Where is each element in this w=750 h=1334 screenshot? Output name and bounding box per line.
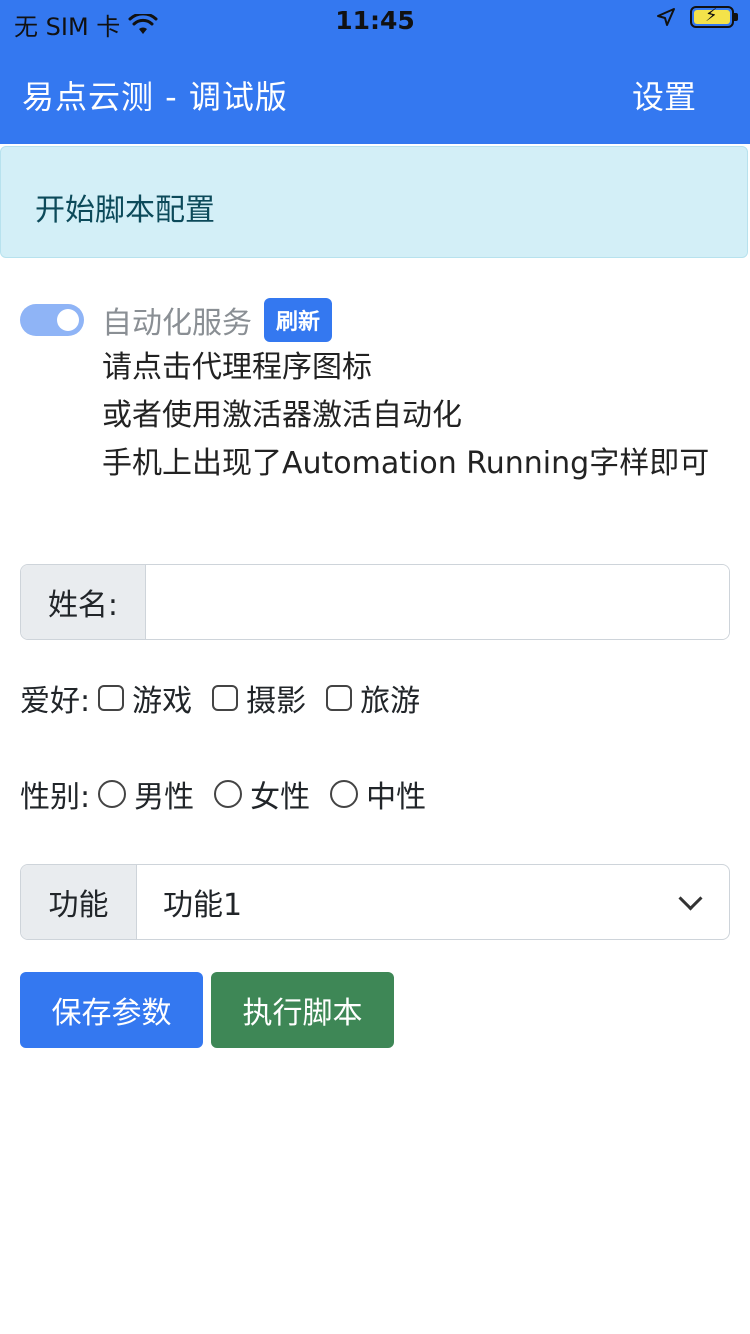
gender-option-female[interactable]: 女性 <box>206 772 310 816</box>
automation-service-row: 自动化服务 刷新 <box>20 298 333 342</box>
settings-button[interactable]: 设置 <box>632 72 696 118</box>
name-input[interactable] <box>146 565 729 639</box>
gender-option-neutral[interactable]: 中性 <box>322 772 426 816</box>
location-arrow-icon <box>657 8 675 26</box>
refresh-badge-button[interactable]: 刷新 <box>264 298 333 342</box>
automation-label: 自动化服务 <box>102 306 252 341</box>
hint-line: 请点击代理程序图标 <box>102 350 372 385</box>
function-select[interactable]: 功能1 <box>137 865 729 939</box>
charging-bolt-icon: ⚡ <box>705 5 718 26</box>
status-time: 11:45 <box>335 6 415 35</box>
radio[interactable] <box>214 780 243 808</box>
gender-option-label: 男性 <box>134 780 195 815</box>
status-right: ⚡ <box>656 5 738 28</box>
hobby-option-label: 摄影 <box>246 684 307 719</box>
checkbox[interactable] <box>212 685 239 711</box>
radio[interactable] <box>98 780 127 808</box>
status-bar: 无 SIM 卡 11:45 ⚡ <box>0 0 750 41</box>
toggle-knob <box>57 309 79 331</box>
gender-option-male[interactable]: 男性 <box>90 772 194 816</box>
hobby-row: 爱好: 游戏 摄影 旅游 <box>20 676 432 720</box>
gender-row: 性别: 男性 女性 中性 <box>20 772 438 816</box>
name-label: 姓名: <box>21 565 146 639</box>
gender-option-label: 中性 <box>366 780 427 815</box>
name-input-group: 姓名: <box>20 564 730 640</box>
navbar: 易点云测 - 调试版 设置 <box>0 40 750 144</box>
run-script-button[interactable]: 执行脚本 <box>211 972 394 1048</box>
save-params-button[interactable]: 保存参数 <box>20 972 203 1048</box>
function-selected-value: 功能1 <box>163 888 243 923</box>
checkbox[interactable] <box>326 685 353 711</box>
info-alert: 开始脚本配置 <box>0 146 748 258</box>
hobby-option-photography[interactable]: 摄影 <box>204 676 306 720</box>
alert-text: 开始脚本配置 <box>35 193 215 228</box>
hobby-option-label: 游戏 <box>132 684 193 719</box>
checkbox[interactable] <box>98 685 125 711</box>
automation-hints: 请点击代理程序图标 或者使用激活器激活自动化 手机上出现了Automation … <box>102 344 709 488</box>
hint-line: 手机上出现了Automation Running字样即可 <box>102 446 710 481</box>
battery-icon: ⚡ <box>690 5 738 28</box>
hobby-label: 爱好: <box>20 684 91 719</box>
automation-toggle[interactable] <box>20 304 84 336</box>
gender-option-label: 女性 <box>250 780 311 815</box>
gender-label: 性别: <box>20 780 91 815</box>
app-title: 易点云测 - 调试版 <box>22 78 288 116</box>
function-select-group: 功能 功能1 <box>20 864 730 940</box>
hobby-option-label: 旅游 <box>360 684 421 719</box>
hint-line: 或者使用激活器激活自动化 <box>102 398 462 433</box>
radio[interactable] <box>330 780 359 808</box>
hobby-option-gaming[interactable]: 游戏 <box>90 676 192 720</box>
hobby-option-travel[interactable]: 旅游 <box>318 676 420 720</box>
function-label: 功能 <box>21 865 137 939</box>
chevron-down-icon <box>678 885 703 911</box>
